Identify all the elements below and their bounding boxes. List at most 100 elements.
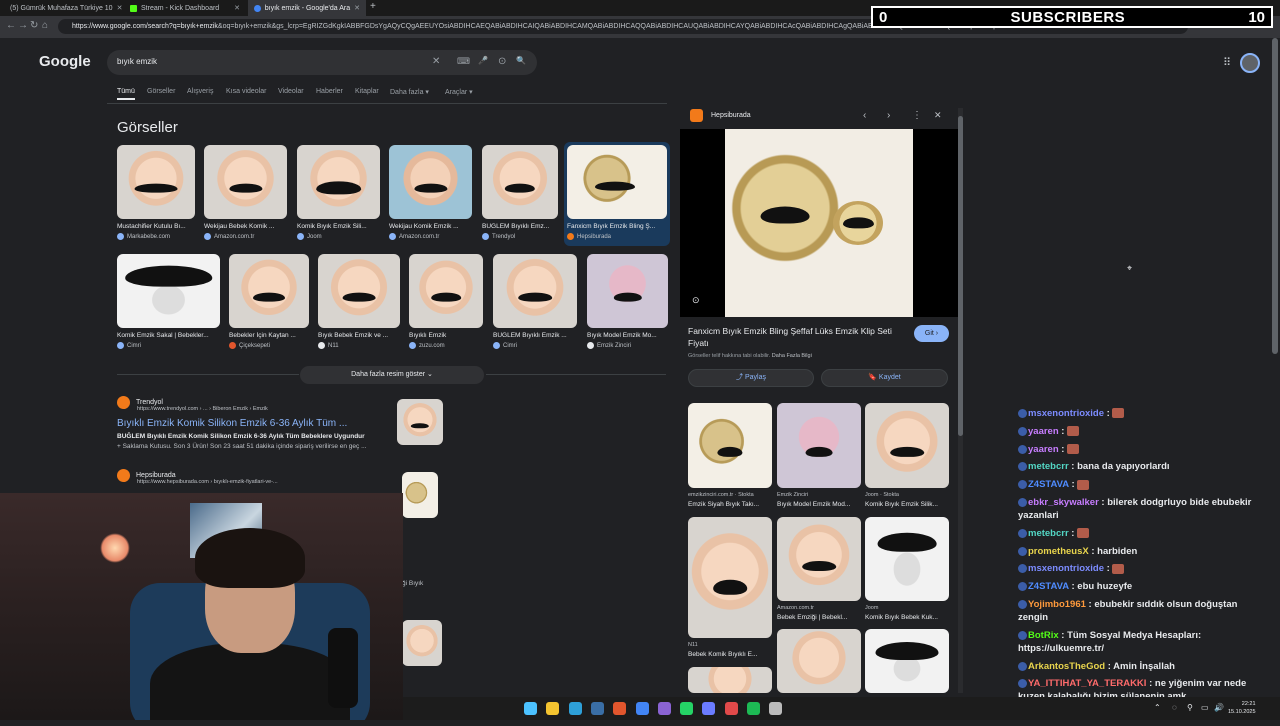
obs-icon[interactable] — [657, 702, 671, 715]
apps-grid-icon[interactable]: ⠿ — [1223, 56, 1231, 69]
back-button[interactable]: ← — [6, 20, 16, 31]
tab-gumruk[interactable]: (5) Gümrük Muhafaza Türkiye 10 ✕ — [0, 0, 122, 16]
app9-icon[interactable] — [702, 702, 716, 715]
scrollbar-thumb[interactable] — [1272, 38, 1278, 354]
share-button[interactable]: ⤴ Paylaş — [688, 369, 814, 387]
close-icon[interactable]: ✕ — [934, 110, 942, 121]
image-result[interactable]: Bıyık Bebek Emzik ve ... N11 — [318, 254, 400, 349]
tab-haberler[interactable]: Haberler — [316, 88, 343, 95]
tab-label: bıyık emzik - Google'da Ara — [264, 4, 351, 12]
tab-gorseller[interactable]: Görseller — [147, 88, 175, 95]
tab-google-search[interactable]: bıyık emzik - Google'da Ara ✕ — [248, 0, 366, 16]
image-result-selected[interactable]: Fanxicm Bıyık Emzik Bling Ş... Hepsibura… — [564, 142, 670, 246]
chat-username[interactable]: Z4STAVA — [1028, 479, 1069, 490]
steam-icon[interactable] — [590, 702, 604, 715]
edge-icon[interactable] — [568, 702, 582, 715]
scrollbar-thumb[interactable] — [958, 116, 963, 436]
chat-username[interactable]: YA_ITTIHAT_YA_TERAKKI — [1028, 678, 1146, 689]
tray-network-icon[interactable]: ◌ — [1172, 703, 1177, 712]
chat-username[interactable]: yaaren — [1028, 444, 1059, 455]
chrome-icon[interactable] — [635, 702, 649, 715]
learn-more-link[interactable]: Daha Fazla Bilgi — [772, 353, 812, 359]
preview-title[interactable]: Fanxicm Bıyık Emzik Bling Şeffaf Lüks Em… — [688, 325, 908, 349]
image-result[interactable]: Bebekler İçin Kaytan ... Çiçeksepeti — [229, 254, 309, 349]
windows-icon[interactable] — [524, 702, 537, 715]
tab-daha-fazla[interactable]: Daha fazla ▾ — [390, 88, 429, 96]
tab-alisveris[interactable]: Alışveriş — [187, 88, 213, 95]
result-thumbnail[interactable] — [402, 620, 442, 666]
tab-videolar[interactable]: Videolar — [278, 88, 304, 95]
more-options-icon[interactable]: ⋮ — [912, 110, 922, 121]
media-icon[interactable] — [769, 702, 783, 715]
chat-username[interactable]: prometheusX — [1028, 546, 1089, 557]
result-url[interactable]: https://www.hepsiburada.com › bıyıklı-em… — [137, 479, 278, 485]
explorer-icon[interactable] — [546, 702, 560, 715]
reload-button[interactable]: ↻ — [30, 20, 38, 31]
tab-kick-dashboard[interactable]: Stream - Kick Dashboard ✕ — [124, 0, 246, 16]
chat-username[interactable]: Z4STAVA — [1028, 581, 1069, 592]
preview-image[interactable] — [680, 129, 958, 317]
search-box[interactable] — [107, 50, 537, 75]
chat-username[interactable]: ebkr_skywalker — [1028, 497, 1099, 508]
mic-icon[interactable]: 🎤 — [478, 56, 488, 65]
image-result[interactable]: Mustachifier Kutulu Bı... Markabebe.com — [117, 145, 195, 240]
previous-icon[interactable]: ‹ — [863, 110, 866, 121]
home-button[interactable]: ⌂ — [42, 20, 48, 31]
image-result[interactable]: Wekijau Komik Emzik ... Amazon.com.tr — [389, 145, 472, 240]
chat-username[interactable]: metebcrr — [1028, 528, 1069, 539]
chat-username[interactable]: ArkantosTheGod — [1028, 661, 1105, 672]
search-result[interactable]: Hepsiburada https://www.hepsiburada.com … — [117, 469, 278, 485]
chat-username[interactable]: metebcrr — [1028, 461, 1069, 472]
tray-chevron-icon[interactable]: ⌃ — [1154, 703, 1161, 712]
forward-button[interactable]: → — [18, 20, 28, 31]
chat-username[interactable]: msxenontrioxide — [1028, 408, 1104, 419]
image-result[interactable]: Komik Emzik Sakal | Bebekler... Cimri — [117, 254, 220, 349]
chat-username[interactable]: yaaren — [1028, 426, 1059, 437]
tray-volume-icon[interactable]: 🔊 — [1214, 703, 1224, 712]
spotify-icon[interactable] — [747, 702, 760, 715]
search-icon[interactable]: 🔍 — [516, 56, 526, 65]
save-button[interactable]: 🔖 Kaydet — [821, 369, 948, 387]
tray-monitor-icon[interactable]: ▭ — [1201, 703, 1209, 712]
google-logo[interactable]: Google — [39, 53, 91, 70]
image-result[interactable]: BUĞLEM Bıyıklı Emz... Trendyol — [482, 145, 558, 240]
image-result[interactable]: Bıyık Model Emzik Mo... Emzik Zinciri — [587, 254, 668, 349]
lens-icon[interactable]: ⊙ — [498, 56, 506, 67]
keyboard-icon[interactable]: ⌨ — [457, 56, 470, 67]
visit-button[interactable]: Git › — [914, 325, 949, 342]
tab-kitaplar[interactable]: Kitaplar — [355, 88, 379, 95]
chat-username[interactable]: BotRix — [1028, 630, 1059, 641]
more-images-button[interactable]: Daha fazla resim göster ⌄ — [300, 366, 484, 384]
image-result[interactable]: Bıyıklı Emzik zuzu.com — [409, 254, 483, 349]
close-icon[interactable]: ✕ — [117, 4, 122, 12]
panel-scrollbar[interactable] — [958, 108, 963, 693]
result-thumbnail[interactable] — [397, 399, 443, 445]
chat-username[interactable]: msxenontrioxide — [1028, 563, 1104, 574]
lens-search-icon[interactable]: ⊙ — [692, 295, 700, 306]
app10-icon[interactable] — [724, 702, 738, 715]
tab-araclar[interactable]: Araçlar ▾ — [445, 88, 473, 96]
browser2-icon[interactable] — [613, 702, 627, 715]
tab-tumu[interactable]: Tümü — [117, 88, 135, 100]
result-title-link[interactable]: Bıyıklı Emzik Komik Silikon Emzik 6-36 A… — [117, 418, 387, 429]
new-tab-button[interactable]: + — [370, 1, 376, 12]
page-scrollbar[interactable] — [1271, 38, 1279, 720]
tray-usb-icon[interactable]: ⚲ — [1187, 703, 1193, 712]
panel-site-name[interactable]: Hepsiburada — [711, 112, 751, 119]
image-result[interactable]: Wekijau Bebek Komik ... Amazon.com.tr — [204, 145, 287, 240]
result-thumbnail[interactable] — [402, 472, 438, 518]
close-icon[interactable]: ✕ — [354, 4, 360, 12]
search-input[interactable]: bıyık emzik — [117, 57, 157, 66]
clock[interactable]: 22:21 15.10.2025 — [1228, 700, 1256, 716]
next-icon[interactable]: › — [887, 110, 890, 121]
close-icon[interactable]: ✕ — [234, 4, 240, 12]
image-result[interactable]: Komik Bıyık Emzik Sili... Joom — [297, 145, 380, 240]
chat-username[interactable]: Yojimbo1961 — [1028, 599, 1086, 610]
clear-icon[interactable]: ✕ — [432, 56, 440, 67]
result-url[interactable]: https://www.trendyol.com › ... › Biberon… — [137, 406, 387, 412]
search-result[interactable]: Trendyol https://www.trendyol.com › ... … — [117, 396, 387, 452]
tab-kisa-videolar[interactable]: Kısa videolar — [226, 88, 266, 95]
image-result[interactable]: BUĞLEM Bıyıklı Emzik ... Cimri — [493, 254, 577, 349]
whatsapp-icon[interactable] — [680, 702, 694, 715]
account-avatar[interactable] — [1240, 53, 1260, 73]
